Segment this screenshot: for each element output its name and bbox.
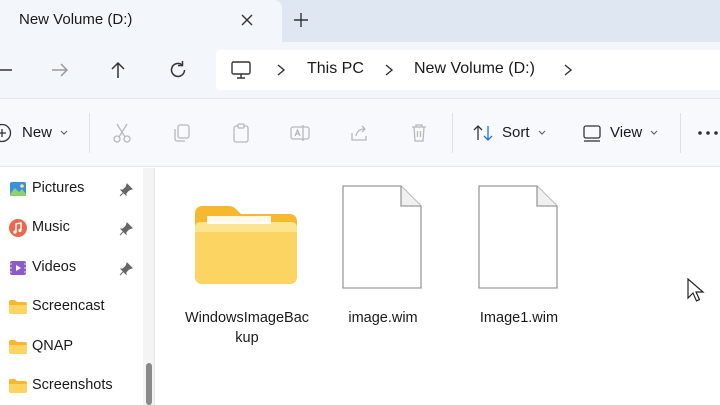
sidebar-item-qnap[interactable]: QNAP <box>0 329 145 365</box>
sidebar-item-screencast[interactable]: Screencast <box>0 289 145 325</box>
navigation-bar: This PC New Volume (D:) <box>0 42 720 99</box>
toolbar-divider <box>452 113 453 153</box>
file-list: WindowsImageBackup image.wim Image1.wim <box>155 168 720 405</box>
chevron-right-icon[interactable] <box>382 63 396 77</box>
tab-new-volume[interactable]: New Volume (D:) <box>0 0 282 42</box>
sidebar-item-screenshots[interactable]: Screenshots <box>0 368 145 404</box>
delete-trash-icon[interactable] <box>407 121 431 145</box>
sidebar-item-pictures[interactable]: Pictures <box>0 171 145 207</box>
chevron-right-icon[interactable] <box>274 63 288 77</box>
file-name: image.wim <box>348 310 418 326</box>
more-options-icon[interactable] <box>696 121 720 145</box>
file-icon <box>478 185 558 289</box>
address-bar[interactable]: This PC New Volume (D:) <box>216 50 720 90</box>
new-tab-plus-icon[interactable] <box>290 9 312 31</box>
rename-icon[interactable] <box>288 121 312 145</box>
sidebar-scrollbar[interactable] <box>143 168 154 405</box>
this-pc-monitor-icon <box>231 61 251 79</box>
back-arrow-icon[interactable] <box>0 58 16 82</box>
cut-scissors-icon[interactable] <box>110 121 134 145</box>
music-icon <box>9 219 27 237</box>
paste-clipboard-icon[interactable] <box>229 121 253 145</box>
breadcrumb-this-pc[interactable]: This PC <box>307 60 364 78</box>
folder-icon <box>9 300 27 314</box>
command-bar: New Sort View <box>0 99 720 167</box>
new-label: New <box>22 124 53 141</box>
file-name: Image1.wim <box>479 310 559 326</box>
chevron-down-icon <box>650 130 658 135</box>
sort-arrows-icon <box>473 125 493 141</box>
folder-icon <box>9 379 27 393</box>
forward-arrow-icon[interactable] <box>48 58 72 82</box>
pictures-icon <box>10 182 26 196</box>
folder-icon <box>9 340 27 354</box>
tab-title: New Volume (D:) <box>19 11 133 28</box>
sidebar-item-label: Videos <box>32 259 77 275</box>
refresh-icon[interactable] <box>166 58 190 82</box>
sort-label: Sort <box>502 124 530 141</box>
new-plus-circle-icon <box>0 123 12 143</box>
toolbar-divider <box>89 113 90 153</box>
sidebar-item-label: Music <box>32 219 70 235</box>
sidebar-item-music[interactable]: Music <box>0 210 145 246</box>
chevron-right-icon[interactable] <box>561 63 575 77</box>
share-icon[interactable] <box>348 121 372 145</box>
file-icon <box>342 185 422 289</box>
view-label: View <box>610 124 643 141</box>
pin-icon[interactable] <box>118 261 134 277</box>
scrollbar-thumb[interactable] <box>146 363 152 405</box>
pin-icon[interactable] <box>118 182 134 198</box>
file-item-image1-wim[interactable]: Image1.wim <box>459 180 579 350</box>
view-layout-icon <box>583 125 601 142</box>
mouse-cursor-icon <box>687 278 705 302</box>
sidebar-item-label: Pictures <box>32 180 85 196</box>
file-item-image-wim[interactable]: image.wim <box>323 180 443 350</box>
folder-icon <box>195 206 297 284</box>
up-arrow-icon[interactable] <box>106 58 130 82</box>
chevron-down-icon <box>60 130 68 135</box>
videos-icon <box>10 261 26 275</box>
breadcrumb-new-volume[interactable]: New Volume (D:) <box>414 60 535 78</box>
sidebar-item-label: Screencast <box>32 298 105 314</box>
close-icon[interactable] <box>237 10 257 30</box>
toolbar-divider <box>680 113 681 153</box>
copy-icon[interactable] <box>170 121 194 145</box>
navigation-pane: Pictures Music Videos Screencast QNAP Sc… <box>0 168 145 405</box>
sidebar-item-videos[interactable]: Videos <box>0 250 145 286</box>
sidebar-item-label: QNAP <box>32 338 74 354</box>
pin-icon[interactable] <box>118 221 134 237</box>
sidebar-item-label: Screenshots <box>32 377 113 393</box>
tab-strip: New Volume (D:) <box>0 0 720 42</box>
file-item-folder[interactable]: WindowsImageBackup <box>185 180 309 350</box>
chevron-down-icon <box>538 130 546 135</box>
file-name: WindowsImageBackup <box>184 310 310 346</box>
